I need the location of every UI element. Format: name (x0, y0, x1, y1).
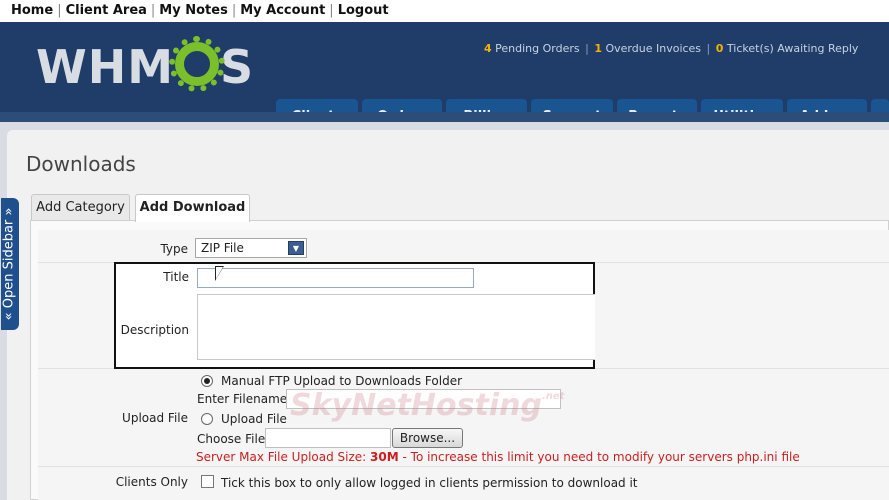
open-sidebar-toggle[interactable]: « Open Sidebar » (1, 198, 19, 330)
logo-text-left: WHM (36, 40, 175, 94)
stats-separator: | (585, 42, 589, 55)
description-label: Description (120, 323, 189, 337)
upload-file-label: Upload File (122, 411, 188, 425)
admin-stats: 4 Pending Orders | 1 Overdue Invoices | … (484, 42, 858, 55)
tab-add-download[interactable]: Add Download (135, 194, 250, 222)
tab-add-category[interactable]: Add Category (31, 194, 130, 221)
note-size: 30M (370, 450, 399, 464)
whmcs-logo[interactable]: WHM S (36, 36, 255, 94)
pending-orders-count[interactable]: 4 (484, 42, 492, 55)
nav-separator: | (150, 3, 156, 18)
nav-separator: | (57, 3, 62, 18)
note-suffix: - To increase this limit you need to mod… (398, 450, 800, 464)
clients-only-checkbox[interactable] (201, 475, 214, 488)
note-prefix: Server Max File Upload Size: (196, 450, 371, 464)
header-banner: WHM S 4 Pending Orders | 1 Overdue Invoic… (0, 22, 889, 134)
watermark: SkyNetHosting.net (290, 388, 564, 423)
logo-text-right: S (220, 40, 255, 94)
overdue-invoices-count[interactable]: 1 (594, 42, 602, 55)
page-title: Downloads (26, 152, 136, 176)
title-input[interactable] (197, 268, 474, 288)
clients-only-description: Tick this box to only allow logged in cl… (221, 476, 638, 490)
upload-limit-note: Server Max File Upload Size: 30M - To in… (196, 450, 800, 464)
pending-orders-link[interactable]: Pending Orders (495, 42, 579, 55)
header-bottom-strip (0, 112, 889, 122)
nav-my-notes-link[interactable]: My Notes (159, 3, 228, 18)
tickets-count[interactable]: 0 (716, 42, 724, 55)
open-sidebar-label: « Open Sidebar » (1, 207, 17, 321)
nav-separator: | (231, 3, 237, 18)
file-path-input[interactable] (265, 428, 391, 448)
ftp-upload-option-label: Manual FTP Upload to Downloads Folder (221, 374, 463, 388)
upload-file-option-label: Upload File (221, 412, 287, 426)
type-label: Type (160, 242, 188, 256)
enter-filename-label: Enter Filename: (197, 392, 292, 406)
clients-only-label: Clients Only (115, 475, 188, 489)
description-textarea[interactable] (197, 294, 595, 360)
title-label: Title (163, 270, 189, 284)
nav-home-link[interactable]: Home (11, 3, 53, 18)
overdue-invoices-link[interactable]: Overdue Invoices (606, 42, 702, 55)
type-selected-value: ZIP File (201, 241, 244, 255)
top-navigation: Home | Client Area | My Notes | My Account | Log… (0, 0, 889, 22)
upload-file-radio[interactable] (201, 413, 213, 425)
watermark-suffix: .net (541, 391, 565, 402)
mouse-pointer-fill (216, 267, 223, 279)
nav-my-account-link[interactable]: My Account (240, 3, 325, 18)
type-select[interactable]: ZIP File ▼ (195, 238, 307, 258)
highlight-box: Title Description (114, 262, 595, 369)
gear-icon (169, 36, 226, 92)
watermark-text: SkyNetHosting (290, 388, 542, 423)
browse-button[interactable]: Browse... (392, 428, 463, 448)
choose-file-label: Choose File: (197, 432, 270, 446)
row-divider (38, 466, 889, 467)
chevron-down-icon: ▼ (288, 241, 304, 255)
nav-separator: | (329, 3, 334, 18)
ftp-upload-radio[interactable] (201, 375, 213, 387)
stats-separator: | (706, 42, 711, 55)
nav-client-area-link[interactable]: Client Area (66, 3, 147, 18)
tickets-awaiting-link[interactable]: Ticket(s) Awaiting Reply (727, 42, 859, 55)
nav-logout-link[interactable]: Logout (338, 3, 389, 18)
